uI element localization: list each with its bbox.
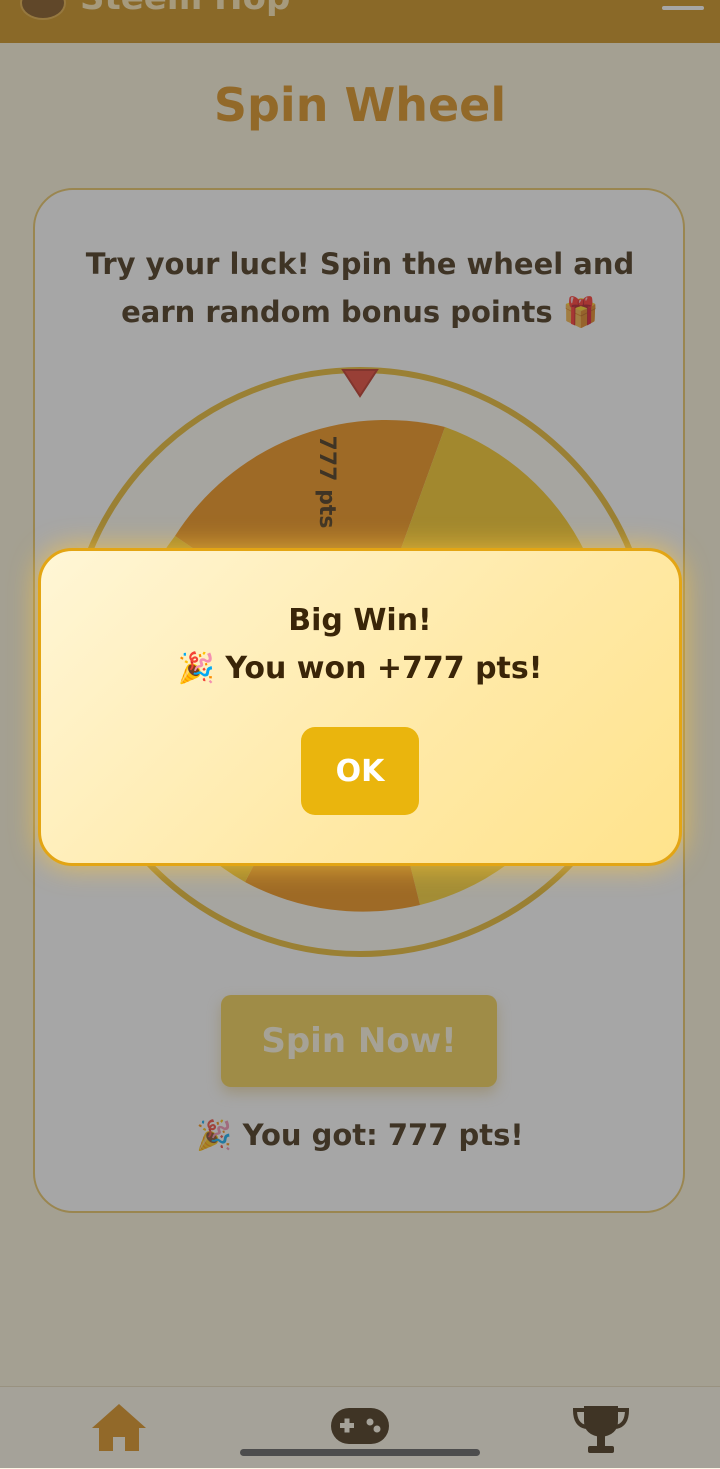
- ok-button[interactable]: OK: [301, 727, 419, 815]
- dialog-title: Big Win!: [288, 603, 432, 638]
- win-dialog: [38, 548, 682, 866]
- dialog-message: 🎉 You won +777 pts!: [177, 651, 543, 686]
